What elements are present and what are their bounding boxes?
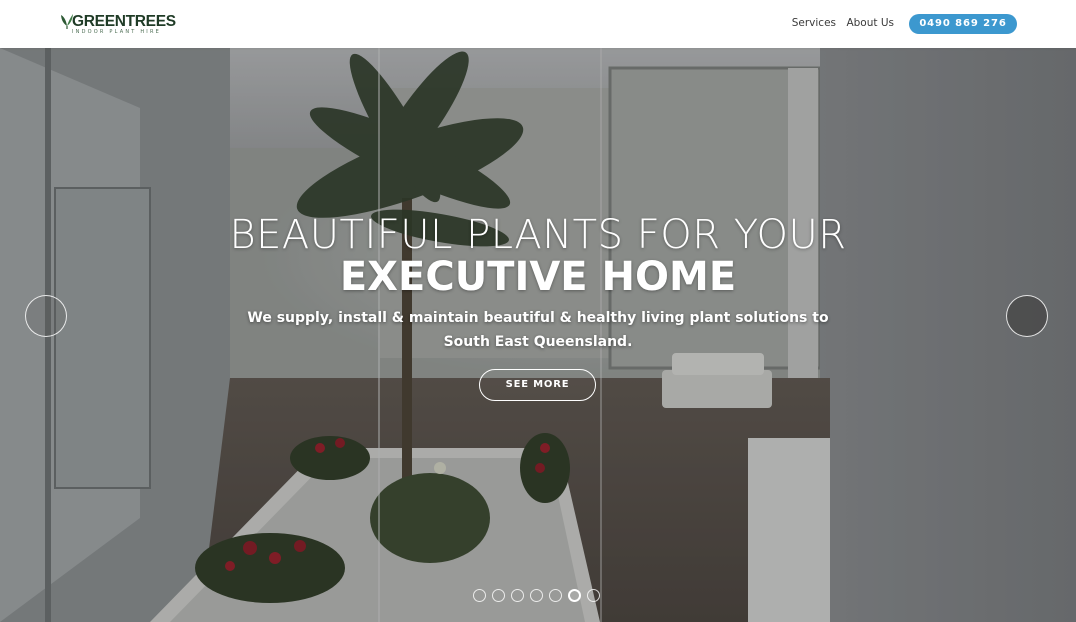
circle-prev-arrow-icon[interactable] [25, 295, 67, 337]
slider-dot[interactable] [568, 589, 581, 602]
slider-dot[interactable] [587, 589, 600, 602]
logo-tagline: INDOOR PLANT HIRE [72, 29, 161, 35]
hero-headline-bold: EXECUTIVE HOME [339, 254, 737, 300]
see-more-button[interactable]: SEE MORE [479, 369, 596, 401]
slider-dot[interactable] [492, 589, 505, 602]
slider-dot[interactable] [530, 589, 543, 602]
slider-pagination [473, 589, 613, 605]
site-header: GREENTREES INDOOR PLANT HIRE Services Ab… [0, 0, 1076, 48]
slider-dot[interactable] [549, 589, 562, 602]
hero-tagline: We supply, install & maintain beautiful … [247, 310, 829, 350]
nav-link-about-us[interactable]: About Us [846, 17, 894, 29]
slider-dot[interactable] [511, 589, 524, 602]
hero-headline-light: BEAUTIFUL PLANTS FOR YOUR [229, 212, 847, 258]
hero-slider: BEAUTIFUL PLANTS FOR YOUR EXECUTIVE HOME… [0, 48, 1076, 622]
slider-dot[interactable] [473, 589, 486, 602]
nav-link-services[interactable]: Services [792, 17, 836, 29]
logo[interactable]: GREENTREES INDOOR PLANT HIRE [60, 13, 180, 37]
phone-button[interactable]: 0490 869 276 [909, 14, 1017, 34]
circle-next-arrow-icon[interactable] [1006, 295, 1048, 337]
